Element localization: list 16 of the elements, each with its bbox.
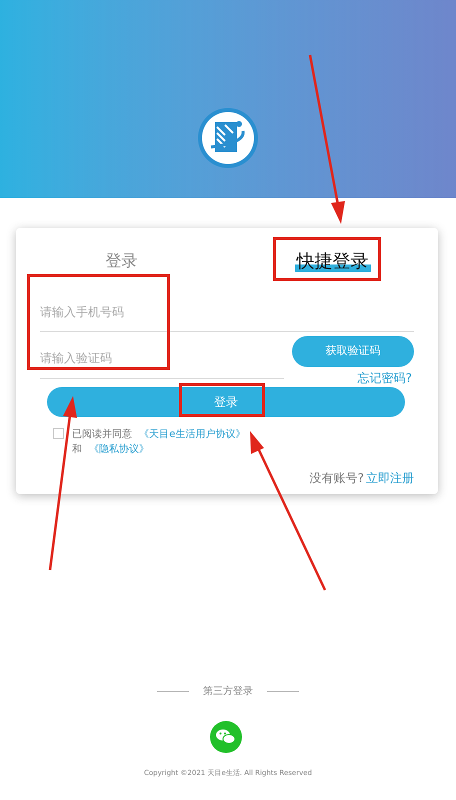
logo-icon xyxy=(197,107,259,169)
agreement-text: 已阅读并同意 xyxy=(72,429,132,440)
third-party-login-title: 第三方登录 xyxy=(203,684,253,699)
login-button[interactable]: 登录 xyxy=(47,387,405,417)
register-link[interactable]: 立即注册 xyxy=(366,469,414,487)
privacy-policy-link[interactable]: 《隐私协议》 xyxy=(89,444,150,455)
get-code-button[interactable]: 获取验证码 xyxy=(292,336,414,367)
code-field[interactable]: 请输入验证码 xyxy=(40,337,284,379)
user-agreement-link[interactable]: 《天目e生活用户协议》 xyxy=(139,429,246,440)
tab[interactable]: 登录 xyxy=(16,243,227,273)
register-prompt: 没有账号? xyxy=(310,470,364,487)
and-text: 和 xyxy=(72,444,82,455)
wechat-icon[interactable] xyxy=(210,721,242,753)
forgot-password-link[interactable]: 忘记密码? xyxy=(358,369,414,387)
agreement-checkbox[interactable] xyxy=(53,428,64,439)
phone-field[interactable]: 请输入手机号码 xyxy=(40,292,414,332)
